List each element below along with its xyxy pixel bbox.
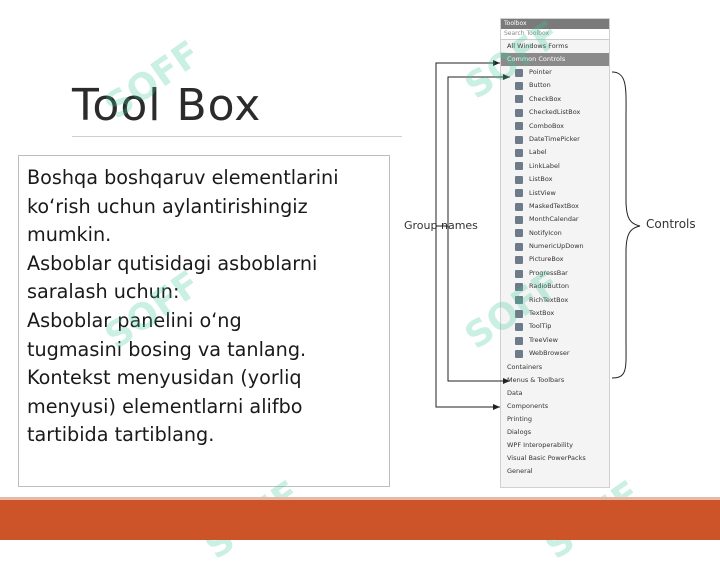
annotation-arrows [435,60,641,410]
footer-bar [0,500,720,540]
group-bracket-inner [447,76,510,382]
controls-brace [611,71,641,379]
group-bracket-outer [435,62,500,408]
arrow-head [503,74,510,80]
arrow-head [503,378,510,384]
arrow-head [493,60,500,66]
arrow-head [493,404,500,410]
